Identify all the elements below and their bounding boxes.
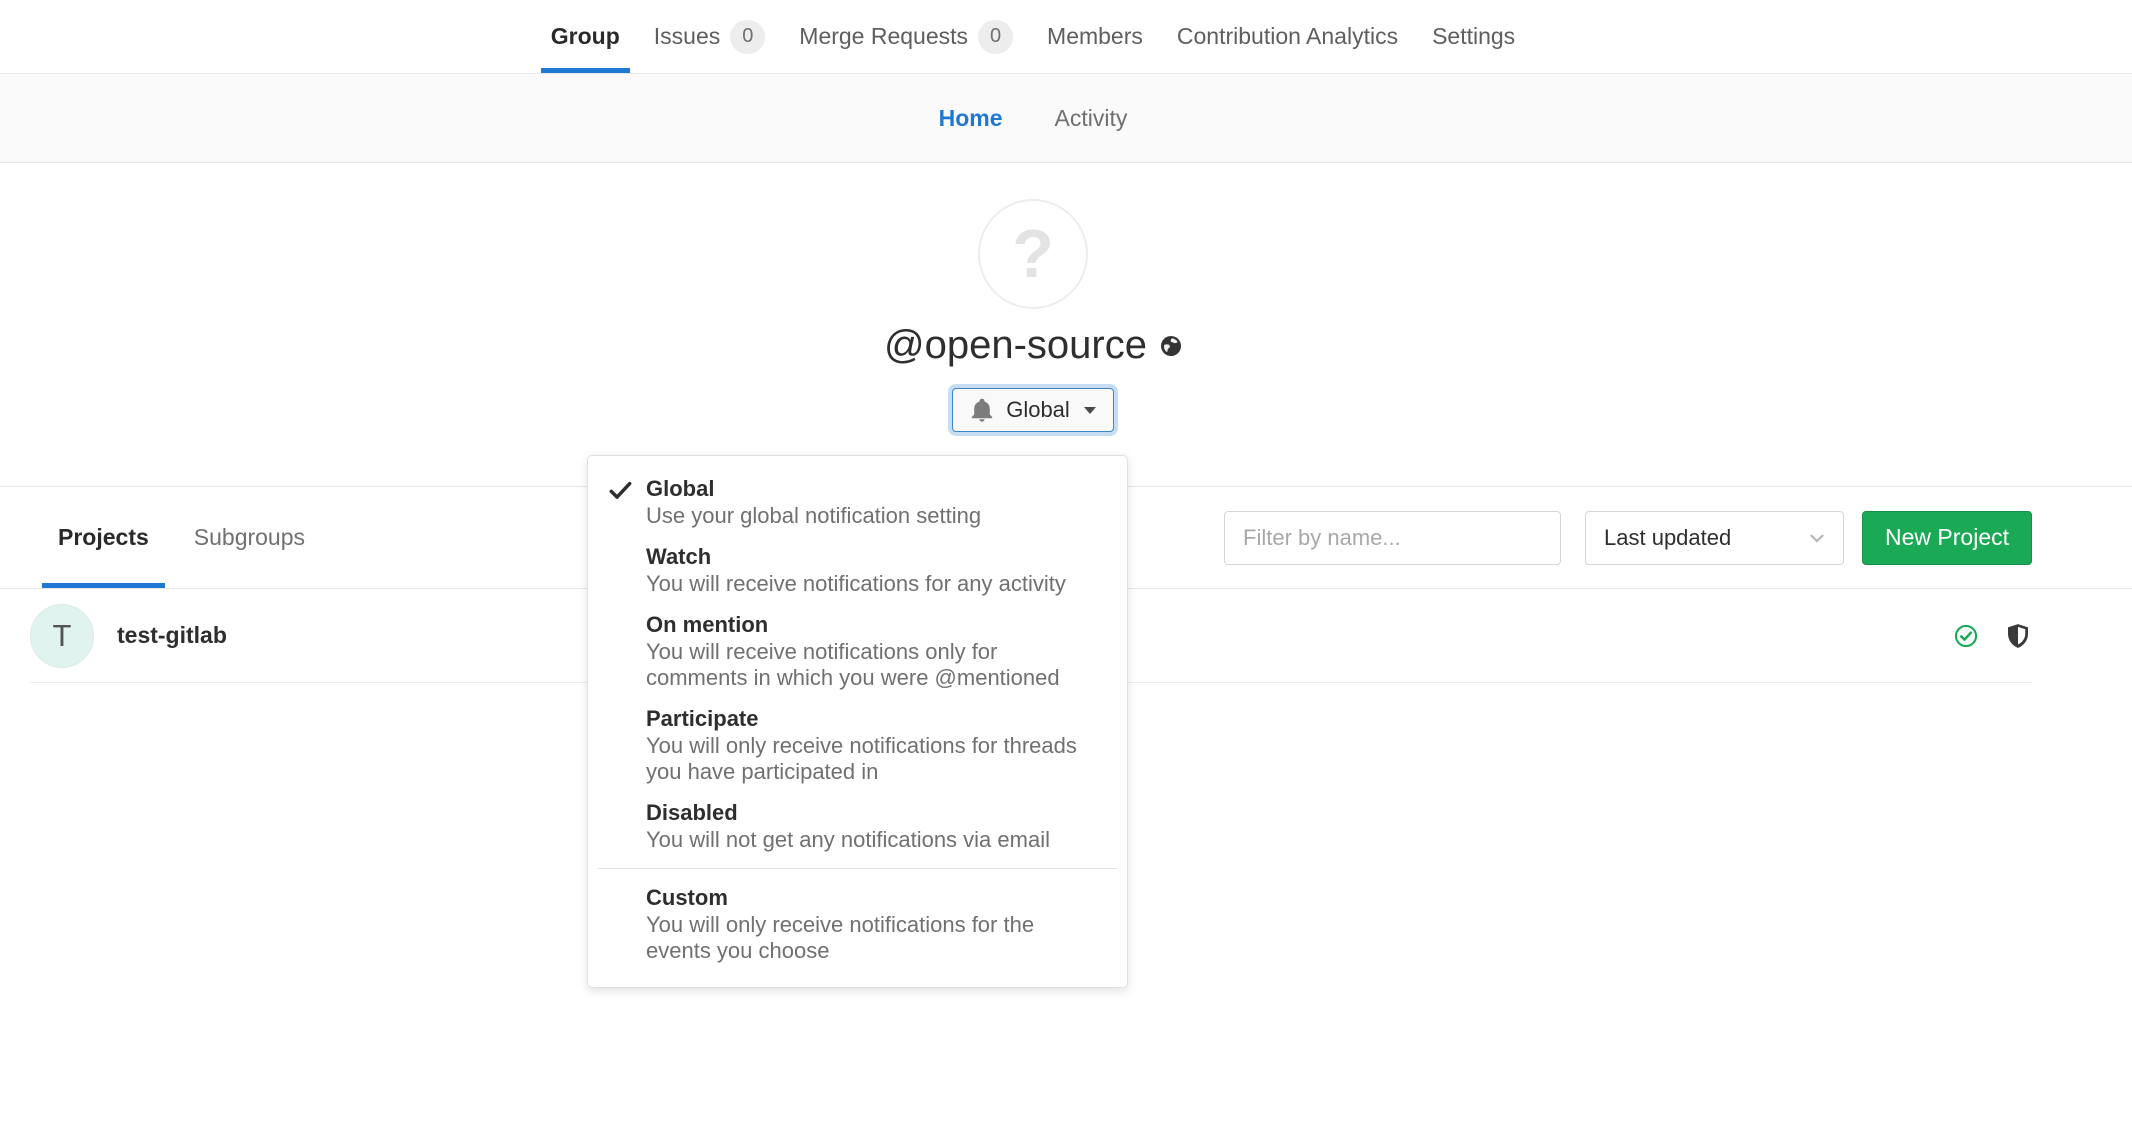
issues-count-badge: 0	[730, 20, 765, 54]
new-project-button[interactable]: New Project	[1862, 511, 2032, 565]
subnav-item-home[interactable]: Home	[939, 105, 1003, 132]
tab-contribution-analytics-label: Contribution Analytics	[1177, 23, 1398, 50]
tab-group[interactable]: Group	[534, 0, 637, 73]
group-avatar: ?	[978, 199, 1088, 309]
dropdown-option-title: Custom	[646, 884, 1103, 912]
earth-icon	[1160, 335, 1182, 357]
group-handle: @open-source	[884, 323, 1147, 368]
tab-projects[interactable]: Projects	[42, 487, 165, 588]
notification-setting-value: Global	[1006, 397, 1070, 423]
dropdown-option-description: You will receive notifications only for …	[646, 639, 1103, 691]
project-name-link[interactable]: test-gitlab	[117, 622, 227, 649]
notification-dropdown-menu: Global Use your global notification sett…	[587, 455, 1128, 988]
check-icon	[609, 479, 632, 502]
sort-dropdown[interactable]: Last updated	[1585, 511, 1844, 565]
check-circle-icon	[1954, 624, 1978, 648]
notification-setting-button[interactable]: Global	[952, 388, 1114, 432]
filter-by-name-input[interactable]	[1224, 511, 1561, 565]
dropdown-option-on-mention[interactable]: On mention You will receive notification…	[588, 604, 1127, 698]
projects-toolbar-actions: Last updated New Project	[1224, 511, 2032, 565]
dropdown-option-title: On mention	[646, 611, 1103, 639]
projects-tabs: Projects Subgroups	[42, 487, 334, 588]
tab-members-label: Members	[1047, 23, 1143, 50]
dropdown-option-title: Participate	[646, 705, 1103, 733]
dropdown-option-description: You will only receive notifications for …	[646, 912, 1103, 964]
bell-icon	[970, 398, 994, 422]
project-row-icons	[1954, 624, 2032, 648]
dropdown-option-description: You will receive notifications for any a…	[646, 571, 1103, 597]
tab-members[interactable]: Members	[1030, 0, 1160, 73]
project-avatar: T	[30, 604, 94, 668]
sort-dropdown-value: Last updated	[1604, 525, 1731, 551]
dropdown-option-participate[interactable]: Participate You will only receive notifi…	[588, 698, 1127, 792]
group-nav: Group Issues 0 Merge Requests 0 Members …	[0, 0, 2132, 74]
group-title-row: @open-source	[884, 323, 1182, 368]
tab-settings-label: Settings	[1432, 23, 1515, 50]
group-nav-links: Group Issues 0 Merge Requests 0 Members …	[0, 0, 2066, 73]
tab-group-label: Group	[551, 23, 620, 50]
dropdown-option-description: You will only receive notifications for …	[646, 733, 1103, 785]
dropdown-option-custom[interactable]: Custom You will only receive notificatio…	[588, 877, 1127, 971]
caret-down-icon	[1084, 407, 1096, 414]
subnav-item-activity[interactable]: Activity	[1055, 105, 1128, 132]
tab-subgroups[interactable]: Subgroups	[178, 487, 321, 588]
dropdown-option-description: Use your global notification setting	[646, 503, 1103, 529]
tab-issues[interactable]: Issues 0	[637, 0, 782, 73]
chevron-down-icon	[1807, 528, 1827, 548]
dropdown-option-global[interactable]: Global Use your global notification sett…	[588, 468, 1127, 536]
tab-contribution-analytics[interactable]: Contribution Analytics	[1160, 0, 1415, 73]
tab-settings[interactable]: Settings	[1415, 0, 1532, 73]
dropdown-option-title: Watch	[646, 543, 1103, 571]
dropdown-option-watch[interactable]: Watch You will receive notifications for…	[588, 536, 1127, 604]
gitlab-group-page: Group Issues 0 Merge Requests 0 Members …	[0, 0, 2132, 1132]
shield-icon	[2008, 624, 2028, 648]
group-header: ? @open-source Global	[0, 163, 2132, 487]
tab-issues-label: Issues	[654, 23, 720, 50]
merge-requests-count-badge: 0	[978, 20, 1013, 54]
dropdown-option-title: Disabled	[646, 799, 1103, 827]
dropdown-option-disabled[interactable]: Disabled You will not get any notificati…	[588, 792, 1127, 860]
tab-merge-requests[interactable]: Merge Requests 0	[782, 0, 1030, 73]
tab-merge-requests-label: Merge Requests	[799, 23, 968, 50]
dropdown-option-title: Global	[646, 475, 1103, 503]
dropdown-option-description: You will not get any notifications via e…	[646, 827, 1103, 853]
group-subnav: Home Activity	[0, 74, 2132, 163]
dropdown-divider	[598, 868, 1117, 869]
